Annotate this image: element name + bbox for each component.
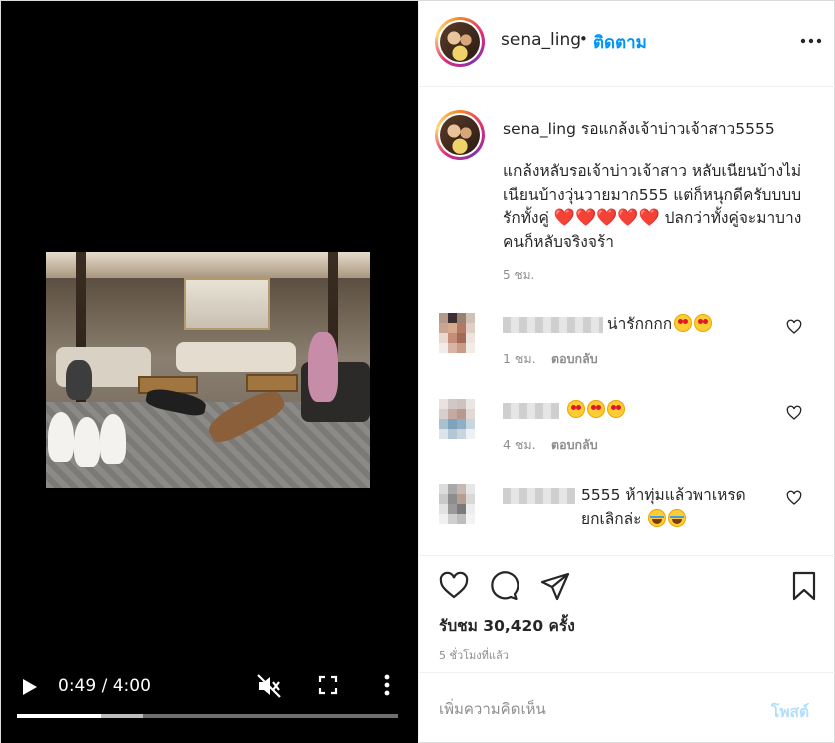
scene-goose: [48, 412, 74, 462]
header-username[interactable]: sena_ling: [501, 30, 581, 50]
time-display: 0:49 / 4:00: [58, 676, 151, 696]
comment-text: น่ารักกกก: [607, 313, 713, 337]
comment-text-body: น่ารักกกก: [607, 315, 673, 333]
video-player[interactable]: 0:49 / 4:00: [1, 1, 418, 743]
share-icon[interactable]: [540, 571, 570, 601]
caption-title: รอแกล้งเจ้าบ่าวเจ้าสาว5555: [580, 120, 775, 138]
scene-person: [308, 332, 338, 402]
caption-body: แกล้งหลับรอเจ้าบ่าวเจ้าสาว หลับเนียนบ้าง…: [503, 160, 813, 254]
comment-username-blurred[interactable]: [503, 488, 575, 504]
scene-screen: [184, 278, 270, 330]
comment-item: 5555 ห้าทุ่มแล้วพาเหรดยกเลิกล่ะ: [419, 484, 835, 554]
post-timestamp[interactable]: 5 ชั่วโมงที่แล้ว: [439, 646, 509, 664]
progress-bar[interactable]: [17, 714, 398, 718]
separator-dot: •: [579, 30, 588, 48]
comment-like-icon[interactable]: [786, 319, 802, 335]
comment-avatar[interactable]: [439, 399, 475, 439]
comment-time[interactable]: 4 ชม.: [503, 435, 536, 455]
video-controls: 0:49 / 4:00: [1, 661, 418, 743]
comment-item: 4 ชม. ตอบกลับ: [419, 399, 835, 479]
scene-ceiling: [46, 252, 370, 278]
comment-avatar[interactable]: [439, 313, 475, 353]
bookmark-icon[interactable]: [791, 571, 817, 601]
comments-list[interactable]: sena_ling รอแกล้งเจ้าบ่าวเจ้าสาว5555 แกล…: [419, 88, 835, 554]
comment-avatar[interactable]: [439, 484, 475, 524]
scene-sofa: [176, 342, 296, 372]
avatar-image: [440, 115, 480, 155]
comment-icon[interactable]: [489, 571, 519, 601]
mute-icon[interactable]: [256, 673, 282, 699]
heart-eyes-emoji-icon: [694, 314, 713, 332]
post-actions: รับชม 30,420 ครั้ง 5 ชั่วโมงที่แล้ว: [419, 555, 835, 672]
heart-eyes-emoji-icon: [674, 314, 693, 332]
caption-username[interactable]: sena_ling: [503, 120, 576, 138]
caption-time[interactable]: 5 ชม.: [503, 266, 534, 285]
comment-username-blurred[interactable]: [503, 403, 559, 419]
post-sidebar: sena_ling • ติดตาม sena_ling รอแกล้งเจ้า…: [418, 1, 835, 743]
caption-header: sena_ling รอแกล้งเจ้าบ่าวเจ้าสาว5555: [503, 118, 813, 141]
more-horizontal-icon[interactable]: [799, 31, 823, 51]
more-vertical-icon[interactable]: [377, 672, 397, 698]
laughing-emoji-icon: [648, 508, 667, 527]
heart-emoji-icon: ❤️❤️❤️❤️❤️: [553, 208, 660, 228]
avatar-image: [440, 22, 480, 62]
comment-text: [565, 399, 625, 423]
progress-played: [17, 714, 101, 718]
scene-goose: [100, 414, 126, 464]
post-dialog: 0:49 / 4:00 sena_ling • ติดตาม sena_ling…: [0, 0, 835, 743]
play-icon[interactable]: [17, 675, 41, 699]
heart-eyes-emoji-icon: [607, 400, 625, 418]
caption-avatar[interactable]: [435, 110, 485, 160]
comment-like-icon[interactable]: [786, 405, 802, 421]
heart-eyes-emoji-icon: [567, 400, 585, 418]
laughing-emoji-icon: [668, 508, 687, 527]
reply-button[interactable]: ตอบกลับ: [551, 435, 598, 455]
comment-time[interactable]: 1 ชม.: [503, 349, 536, 369]
add-comment-section: โพสต์: [419, 672, 835, 743]
avatar[interactable]: [435, 17, 485, 67]
heart-eyes-emoji-icon: [587, 400, 605, 418]
post-comment-button[interactable]: โพสต์: [771, 699, 809, 724]
view-count[interactable]: รับชม 30,420 ครั้ง: [439, 613, 575, 638]
follow-button[interactable]: ติดตาม: [593, 29, 647, 56]
video-frame[interactable]: [46, 252, 370, 488]
comment-like-icon[interactable]: [786, 490, 802, 506]
comment-username-blurred[interactable]: [503, 317, 603, 333]
scene-table: [246, 374, 298, 392]
reply-button[interactable]: ตอบกลับ: [551, 349, 598, 369]
fullscreen-icon[interactable]: [317, 674, 339, 696]
comment-input[interactable]: [439, 697, 759, 721]
heart-icon[interactable]: [439, 571, 469, 601]
post-header: sena_ling • ติดตาม: [419, 1, 835, 87]
comment-item: น่ารักกกก 1 ชม. ตอบกลับ: [419, 313, 835, 393]
scene-goose: [74, 417, 100, 467]
scene-person: [66, 360, 92, 400]
comment-text: 5555 ห้าทุ่มแล้วพาเหรดยกเลิกล่ะ: [581, 484, 781, 531]
